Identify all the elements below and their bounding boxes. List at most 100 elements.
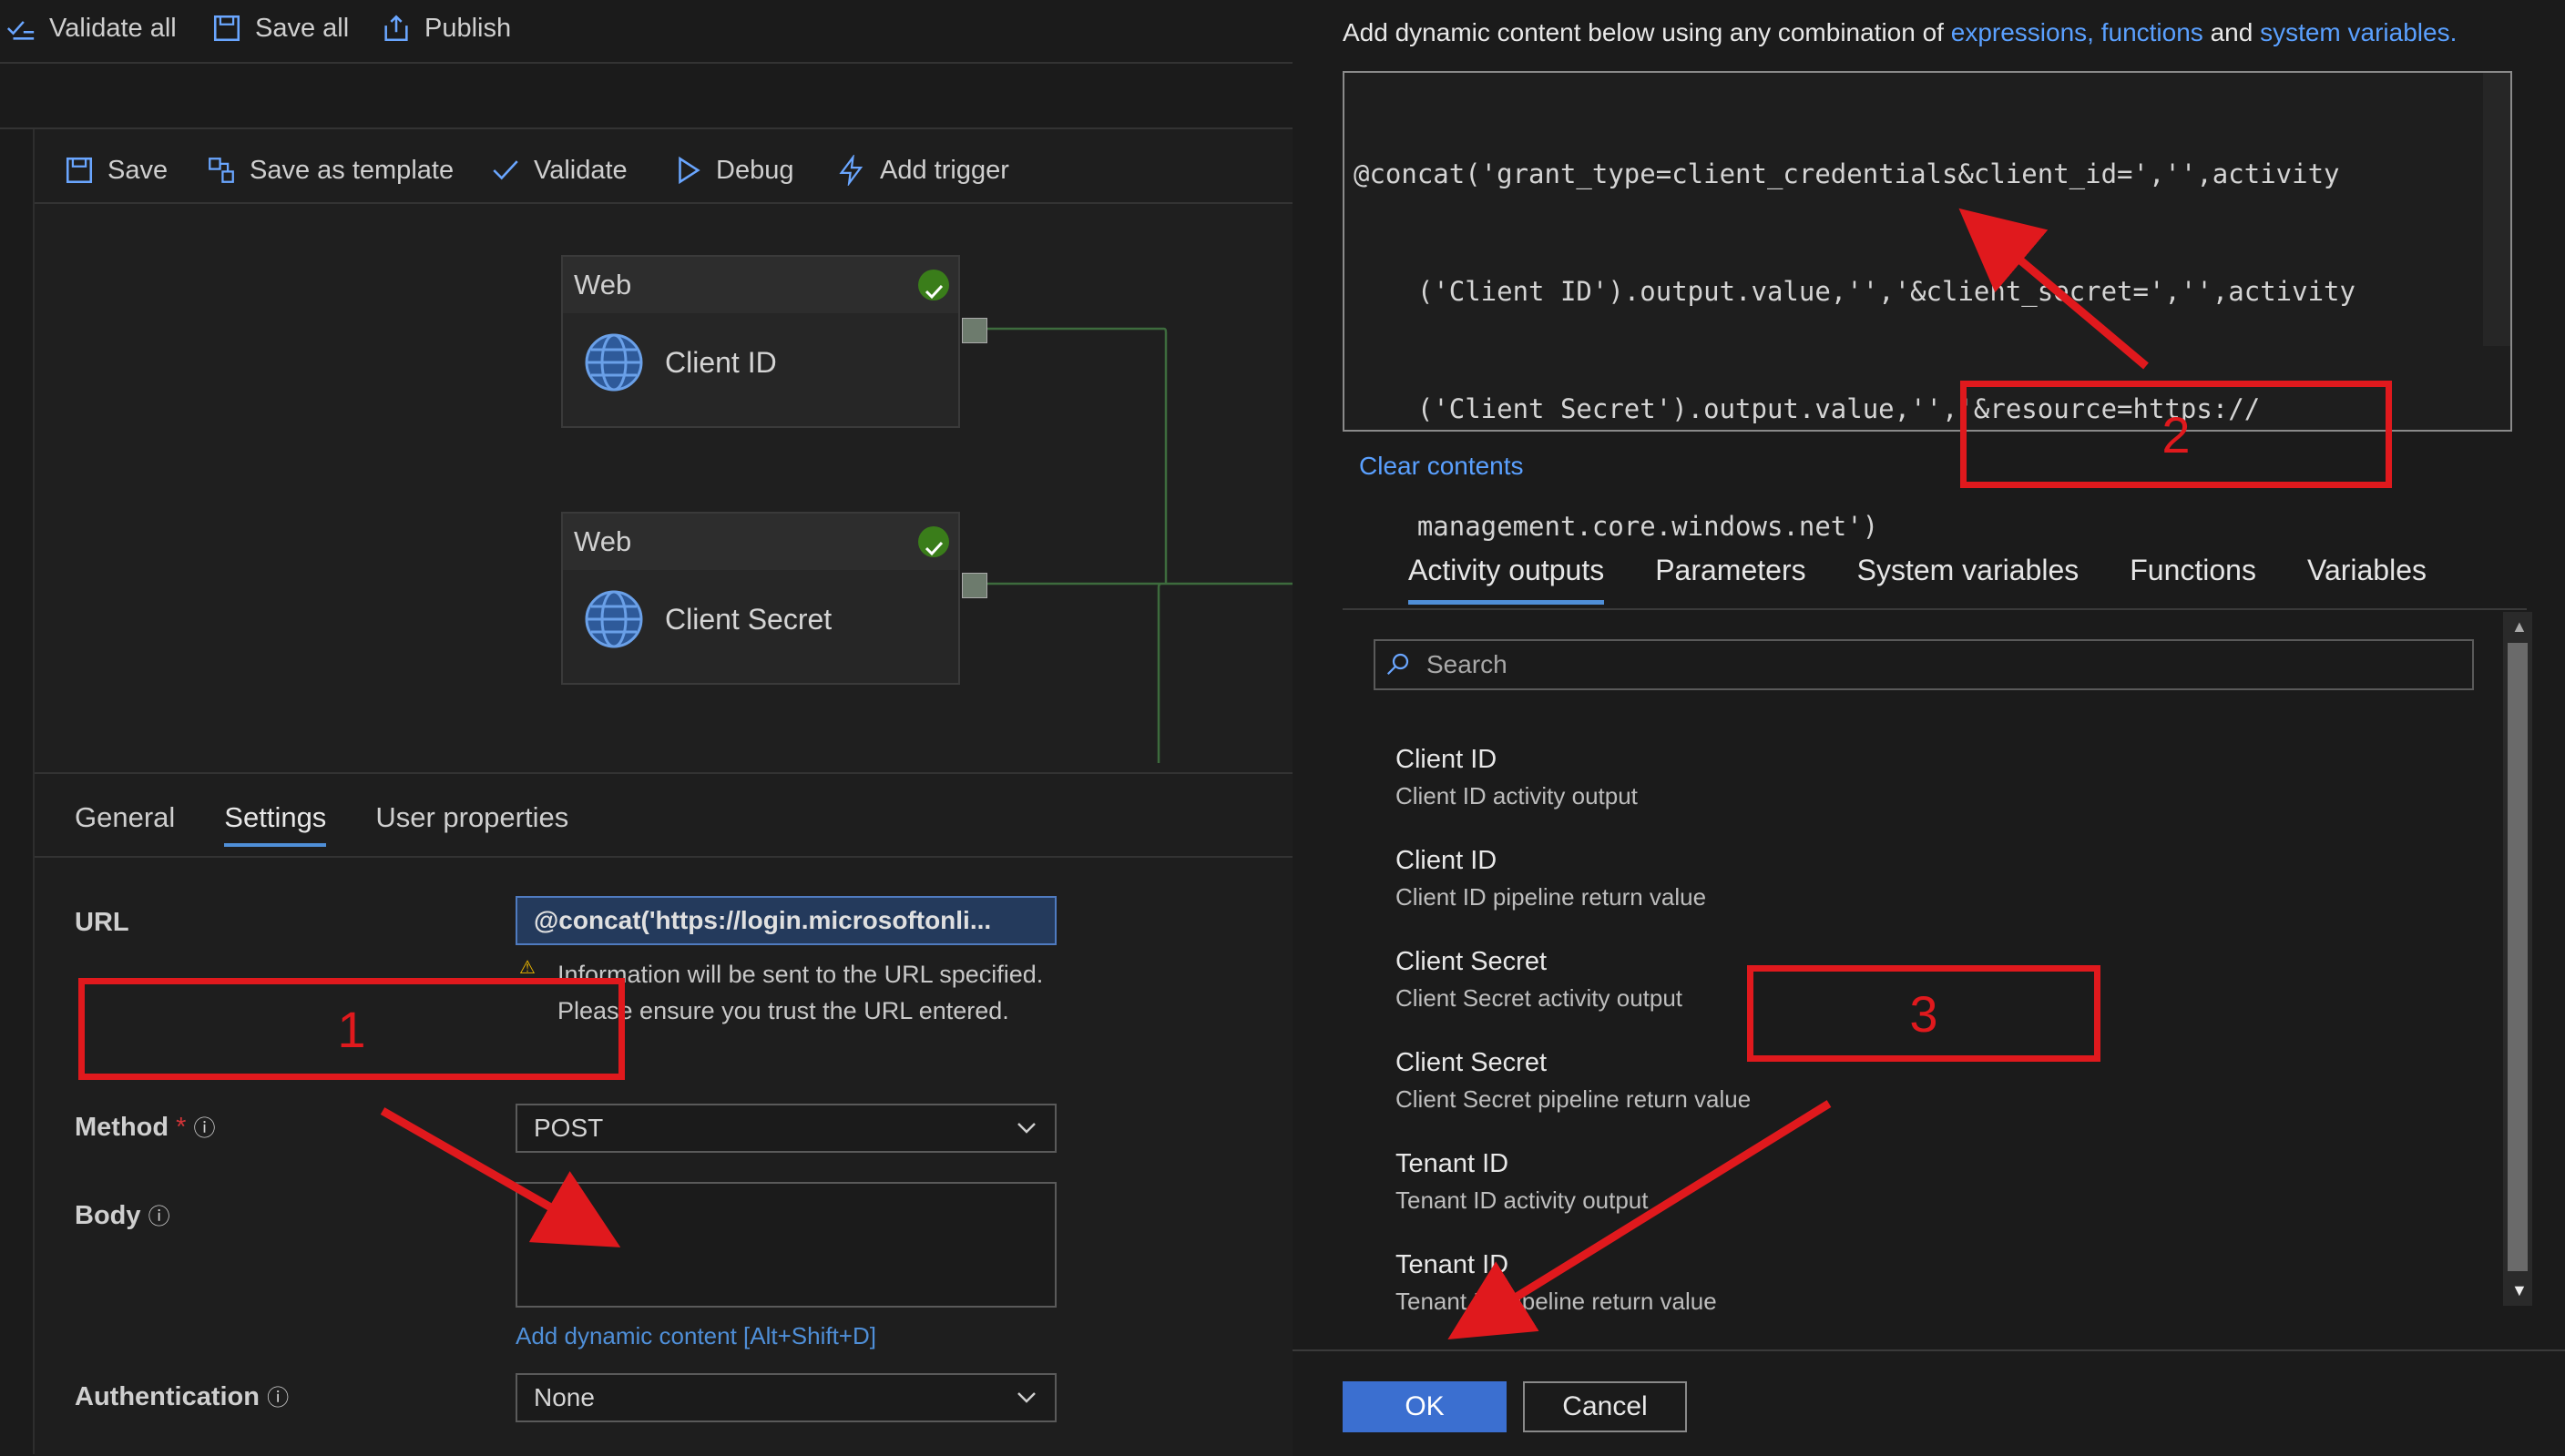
globe-icon <box>585 590 643 648</box>
cancel-button[interactable]: Cancel <box>1523 1381 1687 1432</box>
code-line: management.core.windows.net') <box>1354 511 1879 542</box>
item-desc: Tenant ID activity output <box>1395 1186 1649 1214</box>
url-field[interactable]: @concat('https://login.microsoftonli... <box>516 896 1057 945</box>
chevron-down-icon <box>1017 1392 1036 1403</box>
item-desc: Client ID activity output <box>1395 782 1638 809</box>
info-icon[interactable]: ⓘ <box>267 1386 289 1410</box>
list-item[interactable]: Client Secret Client Secret activity out… <box>1395 947 1682 1013</box>
expressions-link[interactable]: expressions, <box>1951 18 2094 46</box>
search-input[interactable]: Search <box>1374 639 2474 690</box>
scroll-down-icon[interactable]: ▼ <box>2511 1281 2528 1300</box>
list-item[interactable]: Client ID Client ID activity output <box>1395 745 1638 810</box>
dynamic-content-intro: Add dynamic content below using any comb… <box>1343 18 2457 47</box>
annotation-box-2: 2 <box>1960 381 2392 488</box>
connector-lines <box>966 327 1293 763</box>
authentication-select[interactable]: None <box>516 1373 1057 1422</box>
and-text: and <box>2210 18 2253 46</box>
validate-button[interactable]: Validate <box>490 149 628 191</box>
save-all-label: Save all <box>255 13 350 43</box>
item-desc: Client Secret activity output <box>1395 984 1683 1012</box>
scroll-up-icon[interactable]: ▲ <box>2511 617 2528 636</box>
system-variables-link[interactable]: system variables. <box>2260 18 2457 46</box>
code-line: ('Client ID').output.value,'','&client_s… <box>1354 276 2356 307</box>
search-placeholder: Search <box>1426 650 1507 678</box>
globe-icon <box>585 333 643 392</box>
scrollbar-thumb[interactable] <box>2508 643 2528 1271</box>
list-item[interactable]: Tenant ID Tenant ID activity output <box>1395 1149 1648 1215</box>
debug-label: Debug <box>716 155 794 185</box>
editor-scrollbar[interactable] <box>2483 73 2510 346</box>
save-button[interactable]: Save <box>64 149 168 191</box>
code-line: @concat('grant_type=client_credentials&c… <box>1354 158 2340 189</box>
item-title: Client Secret <box>1395 1048 1548 1077</box>
ok-button[interactable]: OK <box>1343 1381 1507 1432</box>
item-title: Client ID <box>1395 745 1497 774</box>
save-all-button[interactable]: Save all <box>211 7 349 49</box>
success-check-icon <box>918 270 949 300</box>
method-value: POST <box>534 1114 604 1142</box>
tab-system-variables[interactable]: System variables <box>1857 554 2080 605</box>
debug-button[interactable]: Debug <box>672 149 793 191</box>
url-label: URL <box>75 908 129 937</box>
tab-parameters[interactable]: Parameters <box>1655 554 1805 605</box>
item-title: Client ID <box>1395 846 1497 875</box>
tab-functions[interactable]: Functions <box>2130 554 2256 605</box>
validate-all-button[interactable]: Validate all <box>5 7 177 49</box>
add-trigger-label: Add trigger <box>880 155 1009 185</box>
info-icon[interactable]: ⓘ <box>148 1205 170 1229</box>
tab-variables[interactable]: Variables <box>2307 554 2427 605</box>
item-title: Tenant ID <box>1395 1149 1509 1178</box>
save-label: Save <box>107 155 169 185</box>
tab-strip <box>0 64 1293 129</box>
divider <box>35 856 1293 858</box>
list-item[interactable]: Client Secret Client Secret pipeline ret… <box>1395 1048 1751 1114</box>
list-item[interactable]: Tenant ID Tenant ID pipeline return valu… <box>1395 1250 1717 1316</box>
dynamic-content-tabs: Activity outputs Parameters System varia… <box>1408 554 2427 605</box>
activity-name: Client ID <box>665 345 777 379</box>
check-icon <box>493 160 518 180</box>
body-textarea[interactable] <box>516 1182 1057 1308</box>
method-select[interactable]: POST <box>516 1104 1057 1153</box>
save-all-icon <box>213 15 240 42</box>
method-label-text: Method <box>75 1113 169 1142</box>
activity-client-id[interactable]: Web Client ID <box>561 255 960 428</box>
intro-text: Add dynamic content below using any comb… <box>1343 18 1944 46</box>
info-icon[interactable]: ⓘ <box>194 1116 216 1141</box>
tab-user-properties[interactable]: User properties <box>375 801 568 847</box>
url-value: @concat('https://login.microsoftonli... <box>534 906 992 934</box>
authentication-value: None <box>534 1383 595 1411</box>
properties-tabs: General Settings User properties <box>75 801 568 847</box>
success-check-icon <box>918 526 949 557</box>
tab-general[interactable]: General <box>75 801 175 847</box>
validate-label: Validate <box>534 155 628 185</box>
body-label: Body ⓘ <box>75 1198 170 1231</box>
activity-name: Client Secret <box>665 602 833 636</box>
warning-icon: ⚠ <box>519 958 536 978</box>
annotation-box-1: 1 <box>78 978 625 1080</box>
list-scrollbar[interactable]: ▲ ▼ <box>2503 612 2532 1306</box>
item-title: Client Secret <box>1395 947 1548 976</box>
clear-contents-link[interactable]: Clear contents <box>1359 452 1524 481</box>
save-icon <box>66 157 93 184</box>
template-icon <box>209 158 234 183</box>
save-as-template-label: Save as template <box>250 155 455 185</box>
activity-type: Web <box>574 269 632 300</box>
save-as-template-button[interactable]: Save as template <box>206 149 454 191</box>
annotation-box-3: 3 <box>1747 965 2100 1062</box>
success-output-handle[interactable] <box>962 573 987 598</box>
publish-button[interactable]: Publish <box>381 7 511 49</box>
list-item[interactable]: Client ID Client ID pipeline return valu… <box>1395 846 1706 911</box>
add-dynamic-content-link[interactable]: Add dynamic content [Alt+Shift+D] <box>516 1322 876 1350</box>
tab-activity-outputs[interactable]: Activity outputs <box>1408 554 1605 605</box>
publish-label: Publish <box>424 13 512 43</box>
tab-settings[interactable]: Settings <box>224 801 327 847</box>
required-marker: * <box>176 1113 187 1142</box>
factory-toolbar: Validate all Save all Publish <box>0 0 1293 64</box>
success-output-handle[interactable] <box>962 318 987 343</box>
expression-editor[interactable]: @concat('grant_type=client_credentials&c… <box>1343 71 2512 542</box>
divider <box>1293 1349 2565 1351</box>
activity-client-secret[interactable]: Web Client Secret <box>561 512 960 685</box>
item-desc: Client Secret pipeline return value <box>1395 1085 1752 1113</box>
add-trigger-button[interactable]: Add trigger <box>836 149 1009 191</box>
functions-link[interactable]: functions <box>2101 18 2203 46</box>
